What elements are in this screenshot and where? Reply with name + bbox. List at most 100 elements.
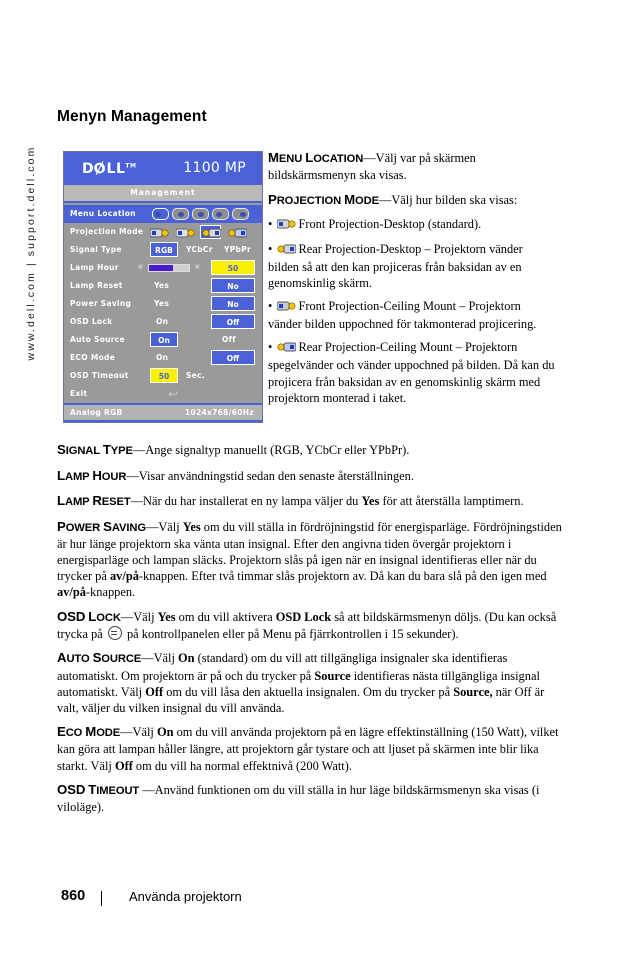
paragraph-lamp-reset: LAMP RESET—När du har installerat en ny … bbox=[57, 493, 565, 510]
osd-label-menu-location: Menu Location bbox=[70, 209, 136, 218]
osd-menu-screenshot: DØLLTM 1100 MP Management Menu Location … bbox=[63, 151, 263, 423]
front-projection-desktop-icon bbox=[276, 218, 296, 234]
term-osd-lock: OSD LOCK bbox=[57, 608, 121, 624]
menu-location-center-icon[interactable] bbox=[152, 208, 169, 220]
sidebar-support-url-text: www.dell.com | support.dell.com bbox=[25, 145, 37, 361]
exit-return-icon[interactable]: ↩ bbox=[168, 388, 178, 400]
paragraph-lamp-hour: LAMP HOUR—Visar användningstid sedan den… bbox=[57, 468, 565, 485]
lamp-hour-gauge bbox=[148, 264, 190, 272]
osd-label-lamp-reset: Lamp Reset bbox=[70, 281, 123, 290]
emphasis-off-auto-source: Off bbox=[145, 684, 164, 699]
front-projection-desktop-icon[interactable] bbox=[148, 225, 169, 239]
emphasis-source-1: Source bbox=[314, 668, 351, 683]
eco-mode-option-on[interactable]: On bbox=[156, 349, 168, 367]
osd-rows: Menu Location Projection Mode Signal Typ… bbox=[64, 203, 262, 403]
lamp-hour-value[interactable]: 50 bbox=[211, 260, 255, 275]
emphasis-osd-lock-term: OSD Lock bbox=[275, 609, 332, 624]
dell-logo: DØLLTM bbox=[82, 159, 137, 179]
bullet-rear-projection-ceiling: • Rear Projection-Ceiling Mount – Projek… bbox=[268, 340, 555, 405]
text-signal-type: —Ange signaltyp manuellt (RGB, YCbCr ell… bbox=[132, 443, 410, 457]
osd-label-power-saving: Power Saving bbox=[70, 299, 132, 308]
lamp-dim-icon: ☀ bbox=[136, 263, 145, 273]
power-saving-option-yes[interactable]: Yes bbox=[154, 295, 169, 313]
bullet-front-projection-desktop: • Front Projection-Desktop (standard). bbox=[268, 216, 556, 234]
osd-row-exit[interactable]: Exit ↩ bbox=[64, 385, 262, 403]
text-power-saving-3: -knappen. Efter två timmar slås projekto… bbox=[138, 569, 547, 584]
menu-location-top-left-icon[interactable] bbox=[172, 208, 189, 220]
lamp-bright-icon: ☀ bbox=[193, 263, 202, 273]
rear-projection-ceiling-icon[interactable] bbox=[226, 225, 247, 239]
power-saving-option-no[interactable]: No bbox=[211, 296, 255, 311]
term-auto-source: AUTO SOURCE bbox=[57, 650, 142, 666]
term-lamp-hour: LAMP HOUR bbox=[57, 467, 127, 483]
osd-row-osd-lock[interactable]: OSD Lock On Off bbox=[64, 313, 262, 331]
osd-row-signal-type[interactable]: Signal Type RGB YCbCr YPbPr bbox=[64, 241, 262, 259]
lamp-reset-option-no[interactable]: No bbox=[211, 278, 255, 293]
paragraph-eco-mode: ECO MODE—Välj On om du vill använda proj… bbox=[57, 724, 565, 773]
paragraph-osd-timeout: OSD TIMEOUT —Använd funktionen om du vil… bbox=[57, 782, 565, 815]
osd-lock-option-off[interactable]: Off bbox=[211, 314, 255, 329]
lamp-reset-option-yes[interactable]: Yes bbox=[154, 277, 169, 295]
bullet-text-1: Front Projection-Desktop (standard). bbox=[298, 216, 482, 231]
front-projection-ceiling-icon[interactable] bbox=[200, 225, 221, 239]
rear-projection-desktop-icon bbox=[277, 243, 297, 259]
term-menu-location: MENU LOCATION bbox=[268, 150, 364, 165]
emphasis-power-button-2: av/på bbox=[57, 585, 86, 600]
term-osd-timeout: OSD TIMEOUT bbox=[57, 782, 140, 798]
emphasis-power-button-1: av/på bbox=[109, 569, 139, 584]
osd-label-exit: Exit bbox=[70, 389, 88, 398]
menu-location-bottom-right-icon[interactable] bbox=[232, 208, 249, 220]
text-lamp-reset-1: —När du har installerat en ny lampa välj… bbox=[130, 494, 362, 509]
osd-row-osd-timeout[interactable]: OSD Timeout 50 Sec. bbox=[64, 367, 262, 385]
rear-projection-desktop-icon[interactable] bbox=[174, 225, 195, 239]
osd-label-auto-source: Auto Source bbox=[70, 335, 125, 344]
text-projection-mode: —Välj hur bilden ska visas: bbox=[378, 192, 518, 207]
menu-location-top-right-icon[interactable] bbox=[192, 208, 209, 220]
text-osd-lock-1: —Välj bbox=[120, 609, 158, 624]
osd-row-menu-location[interactable]: Menu Location bbox=[64, 205, 262, 223]
projection-mode-options[interactable] bbox=[148, 225, 247, 239]
osd-row-auto-source[interactable]: Auto Source On Off bbox=[64, 331, 262, 349]
bullet-text-2: Rear Projection-Desktop – Projektorn vän… bbox=[268, 241, 523, 291]
osd-model-label: 1100 MP bbox=[183, 160, 246, 176]
osd-row-projection-mode[interactable]: Projection Mode bbox=[64, 223, 262, 241]
footer-chapter-title: Använda projektorn bbox=[129, 889, 242, 904]
page-number: 860 bbox=[61, 888, 86, 904]
osd-label-osd-lock: OSD Lock bbox=[70, 317, 113, 326]
osd-status-source: Analog RGB bbox=[70, 408, 123, 417]
signal-type-option-ypbpr[interactable]: YPbPr bbox=[224, 241, 251, 259]
text-auto-source-1: —Välj bbox=[141, 651, 178, 666]
emphasis-yes-power-saving: Yes bbox=[182, 519, 201, 534]
osd-timeout-value[interactable]: 50 bbox=[150, 368, 178, 383]
page-title: Menyn Management bbox=[57, 108, 207, 125]
osd-timeout-unit: Sec. bbox=[186, 371, 205, 380]
auto-source-option-on[interactable]: On bbox=[150, 332, 178, 347]
auto-source-option-off[interactable]: Off bbox=[222, 331, 236, 349]
rear-projection-ceiling-icon bbox=[277, 341, 297, 357]
menu-location-options[interactable] bbox=[152, 208, 249, 220]
menu-location-bottom-left-icon[interactable] bbox=[212, 208, 229, 220]
text-power-saving-4: -knappen. bbox=[85, 585, 136, 600]
emphasis-on-eco-mode: On bbox=[156, 725, 174, 740]
osd-tab-management[interactable]: Management bbox=[64, 185, 262, 203]
text-lamp-hour: —Visar användningstid sedan den senaste … bbox=[126, 468, 414, 483]
emphasis-yes-lamp-reset: Yes bbox=[361, 494, 380, 509]
osd-row-eco-mode[interactable]: ECO Mode On Off bbox=[64, 349, 262, 367]
paragraph-signal-type: SIGNAL TYPE—Ange signaltyp manuellt (RGB… bbox=[57, 442, 565, 459]
bullet-text-3: Front Projection-Ceiling Mount – Projekt… bbox=[268, 299, 537, 332]
trademark-mark: TM bbox=[125, 162, 137, 170]
page-footer: 860 Använda projektorn bbox=[61, 888, 561, 910]
term-power-saving: POWER SAVING bbox=[57, 518, 146, 534]
signal-type-option-ycbcr[interactable]: YCbCr bbox=[186, 241, 213, 259]
osd-lock-option-on[interactable]: On bbox=[156, 313, 168, 331]
osd-brand-bar: DØLLTM 1100 MP bbox=[64, 152, 262, 185]
osd-row-lamp-reset[interactable]: Lamp Reset Yes No bbox=[64, 277, 262, 295]
signal-type-option-rgb[interactable]: RGB bbox=[150, 242, 178, 257]
paragraph-projection-mode: PROJECTION MODE—Välj hur bilden ska visa… bbox=[268, 192, 556, 209]
eco-mode-option-off[interactable]: Off bbox=[211, 350, 255, 365]
paragraph-osd-lock: OSD LOCK—Välj Yes om du vill aktivera OS… bbox=[57, 609, 565, 642]
osd-label-signal-type: Signal Type bbox=[70, 245, 122, 254]
osd-row-power-saving[interactable]: Power Saving Yes No bbox=[64, 295, 262, 313]
text-power-saving-1: —Välj bbox=[145, 519, 183, 534]
osd-row-lamp-hour[interactable]: Lamp Hour ☀ ☀ 50 bbox=[64, 259, 262, 277]
